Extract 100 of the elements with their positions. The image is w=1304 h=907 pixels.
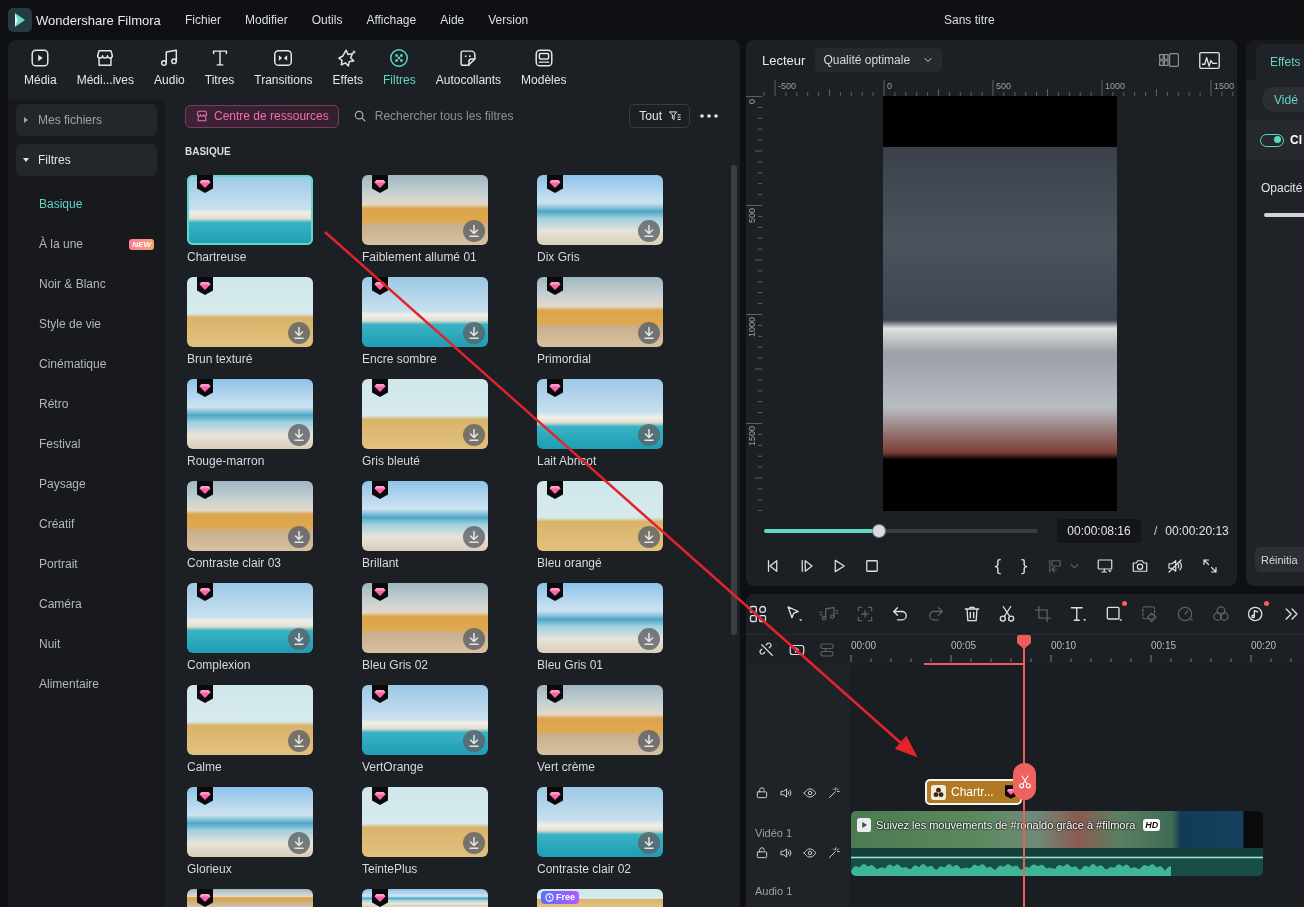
menu-item[interactable]: Fichier — [185, 13, 221, 27]
library-tab[interactable]: Transitions — [244, 40, 323, 100]
sidebar-item[interactable]: Portrait — [16, 544, 157, 584]
library-tab[interactable]: Audio — [144, 40, 195, 100]
filter-dropdown-button[interactable]: Tout — [629, 104, 690, 128]
thumbnail-photo[interactable] — [537, 379, 663, 449]
magic-wand-icon[interactable] — [827, 785, 841, 800]
download-icon[interactable] — [288, 322, 310, 344]
download-icon[interactable] — [463, 832, 485, 854]
eye-icon[interactable] — [803, 846, 817, 860]
panel-tab[interactable]: Effets — [1256, 44, 1304, 80]
thumbnail-photo[interactable] — [362, 481, 488, 551]
download-icon[interactable] — [463, 424, 485, 446]
download-icon[interactable] — [463, 730, 485, 752]
mark-in-button[interactable]: { — [992, 557, 1003, 575]
sidebar-item[interactable]: Style de vie — [16, 304, 157, 344]
download-icon[interactable] — [638, 424, 660, 446]
camera-icon[interactable] — [1131, 557, 1149, 575]
lock-icon[interactable] — [755, 846, 769, 860]
thumbnail-photo[interactable] — [187, 583, 313, 653]
thumbnail-photo[interactable] — [362, 787, 488, 857]
menu-item[interactable]: Version — [488, 13, 529, 27]
thumbnail-photo[interactable] — [362, 583, 488, 653]
grid-view-icon[interactable] — [1159, 53, 1179, 67]
magic-wand-icon[interactable] — [827, 846, 841, 860]
track-stack-icon[interactable] — [818, 641, 836, 659]
sidebar-item[interactable]: Caméra — [16, 584, 157, 624]
download-icon[interactable] — [463, 220, 485, 242]
library-tab[interactable]: Modèles — [511, 40, 577, 100]
download-icon[interactable] — [288, 628, 310, 650]
download-icon[interactable] — [288, 730, 310, 752]
thumbnail-photo[interactable] — [362, 277, 488, 347]
opacity-slider[interactable] — [1264, 213, 1304, 217]
menu-item[interactable]: Outils — [311, 13, 343, 27]
thumbnail-photo[interactable] — [537, 685, 663, 755]
menu-item[interactable]: Aide — [440, 13, 465, 27]
download-icon[interactable] — [638, 628, 660, 650]
thumbnail-photo[interactable] — [187, 379, 313, 449]
waveform-monitor-icon[interactable] — [1199, 51, 1220, 69]
download-icon[interactable] — [463, 322, 485, 344]
filter-clip[interactable]: Chartr... — [925, 779, 1022, 805]
library-tab[interactable]: Média — [14, 40, 67, 100]
library-tab[interactable]: Filtres — [373, 40, 426, 100]
stop-icon[interactable] — [863, 557, 881, 575]
speaker-icon[interactable] — [779, 846, 793, 860]
more-icon[interactable] — [700, 114, 718, 118]
download-icon[interactable] — [463, 628, 485, 650]
thumbnail-photo[interactable] — [187, 889, 313, 907]
thumbnail-photo[interactable] — [187, 481, 313, 551]
sidebar-group[interactable]: Filtres — [16, 144, 157, 176]
quality-dropdown[interactable]: Qualité optimale — [815, 48, 943, 72]
mark-out-button[interactable]: } — [1019, 557, 1029, 575]
playback-handle[interactable] — [873, 525, 886, 537]
search-field[interactable]: Rechercher tous les filtres — [374, 107, 575, 125]
apps-grid-icon[interactable] — [748, 604, 768, 624]
thumbnail-photo[interactable] — [187, 277, 313, 347]
sidebar-item[interactable]: Alimentaire — [16, 664, 157, 704]
scrollbar[interactable] — [731, 165, 737, 635]
thumbnail-photo[interactable] — [187, 175, 313, 245]
reset-button[interactable]: Réinitia — [1255, 547, 1304, 572]
sidebar-item[interactable]: Basique — [16, 184, 157, 224]
panel-subtab[interactable]: Vidé — [1262, 87, 1304, 112]
thumbnail-photo[interactable] — [362, 175, 488, 245]
speaker-muted-icon[interactable] — [1166, 557, 1184, 575]
sidebar-item[interactable]: Rétro — [16, 384, 157, 424]
expand-icon[interactable] — [1201, 557, 1219, 575]
download-icon[interactable] — [638, 220, 660, 242]
eye-icon[interactable] — [803, 785, 817, 800]
thumbnail-photo[interactable] — [537, 787, 663, 857]
menu-item[interactable]: Affichage — [366, 13, 417, 27]
thumbnail-photo[interactable] — [537, 175, 663, 245]
sidebar-item[interactable]: Nuit — [16, 624, 157, 664]
library-tab[interactable]: Titres — [194, 40, 245, 100]
thumbnail-photo[interactable] — [362, 379, 488, 449]
download-icon[interactable] — [638, 832, 660, 854]
sidebar-item[interactable]: Noir & Blanc — [16, 264, 157, 304]
menu-item[interactable]: Modifier — [245, 13, 288, 27]
download-icon[interactable] — [638, 322, 660, 344]
download-icon[interactable] — [288, 832, 310, 854]
lock-icon[interactable] — [755, 785, 769, 800]
thumbnail-photo[interactable] — [187, 787, 313, 857]
download-icon[interactable] — [288, 424, 310, 446]
download-icon[interactable] — [638, 526, 660, 548]
text-icon[interactable] — [1068, 604, 1089, 624]
sidebar-group[interactable]: Mes fichiers — [16, 104, 157, 136]
download-icon[interactable] — [638, 730, 660, 752]
thumbnail-photo[interactable]: Free — [537, 889, 663, 907]
library-tab[interactable]: Médi...ives — [66, 40, 145, 100]
sidebar-item[interactable]: Paysage — [16, 464, 157, 504]
thumbnail-photo[interactable] — [362, 889, 488, 907]
thumbnail-photo[interactable] — [362, 685, 488, 755]
download-icon[interactable] — [463, 526, 485, 548]
library-tab[interactable]: Autocollants — [425, 40, 512, 100]
sidebar-item[interactable]: Festival — [16, 424, 157, 464]
thumbnail-photo[interactable] — [187, 685, 313, 755]
thumbnail-photo[interactable] — [537, 583, 663, 653]
download-icon[interactable] — [288, 526, 310, 548]
unlink-icon[interactable] — [758, 641, 776, 659]
library-tab[interactable]: Effets — [322, 40, 374, 100]
thumbnail-photo[interactable] — [537, 481, 663, 551]
